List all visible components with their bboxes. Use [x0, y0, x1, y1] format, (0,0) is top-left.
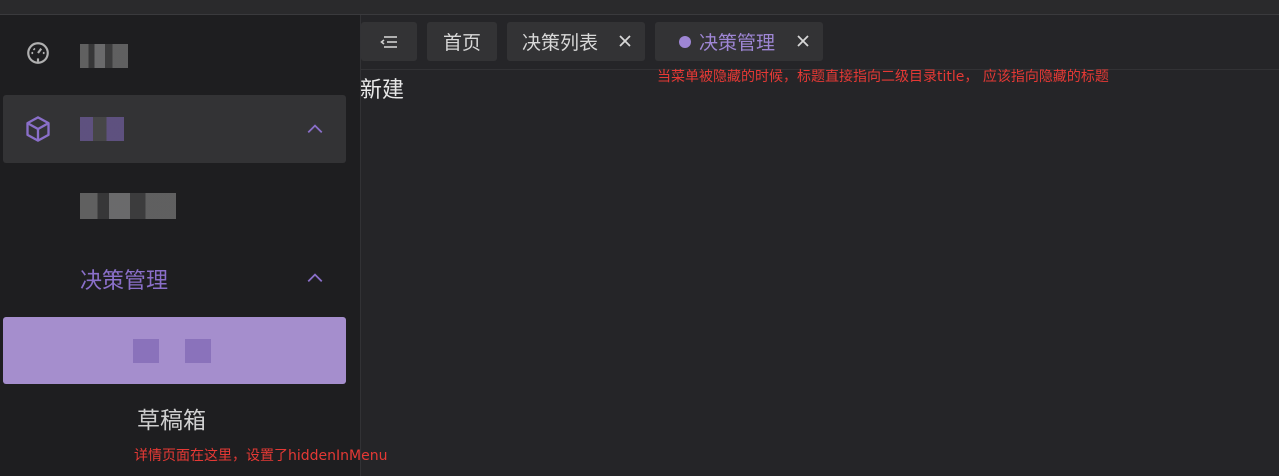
redacted-label	[80, 193, 176, 219]
page-title: 新建	[360, 78, 405, 103]
sidebar-item-drafts[interactable]: 草稿箱	[3, 401, 346, 451]
top-bar	[0, 0, 1279, 15]
tab-label: 首页	[442, 32, 481, 54]
main-content: 首页 决策列表 决策管理 当菜单被隐藏的时候，标题直接指向二级目录title， …	[360, 15, 1279, 476]
sidebar-subitem-decision-manage[interactable]: 决策管理	[3, 245, 346, 311]
sidebar-item-active[interactable]	[3, 317, 346, 384]
close-icon[interactable]	[617, 33, 633, 49]
tab-decision-list[interactable]: 决策列表	[507, 22, 645, 61]
sidebar-toggle-button[interactable]	[361, 22, 417, 61]
menu-fold-icon	[380, 35, 397, 48]
tabs-bar: 首页 决策列表 决策管理	[361, 15, 1279, 70]
sidebar-item-dashboard[interactable]	[3, 20, 346, 86]
tab-home[interactable]: 首页	[427, 22, 497, 61]
dashboard-icon	[23, 38, 53, 68]
tab-label: 决策管理	[699, 32, 776, 54]
chevron-up-icon	[307, 273, 323, 283]
sidebar-item-label: 决策管理	[80, 269, 169, 294]
redacted-label	[80, 117, 124, 141]
title-annotation: 当菜单被隐藏的时候，标题直接指向二级目录title， 应该指向隐藏的标题	[657, 69, 1109, 85]
tab-label: 决策列表	[522, 32, 599, 54]
sidebar-subitem-redacted[interactable]	[3, 175, 346, 235]
redacted-label	[133, 339, 237, 363]
drafts-annotation: 详情页面在这里，设置了hiddenInMenu	[134, 448, 388, 464]
sidebar-item-decision-group[interactable]	[3, 95, 346, 163]
active-dot-icon	[679, 35, 691, 48]
sidebar: 决策管理 草稿箱	[0, 15, 361, 476]
tab-decision-manage[interactable]: 决策管理	[655, 22, 823, 61]
redacted-label	[80, 44, 128, 68]
cube-icon	[23, 114, 53, 144]
close-icon[interactable]	[795, 33, 811, 49]
chevron-up-icon	[307, 124, 323, 134]
drafts-label: 草稿箱	[137, 408, 206, 434]
